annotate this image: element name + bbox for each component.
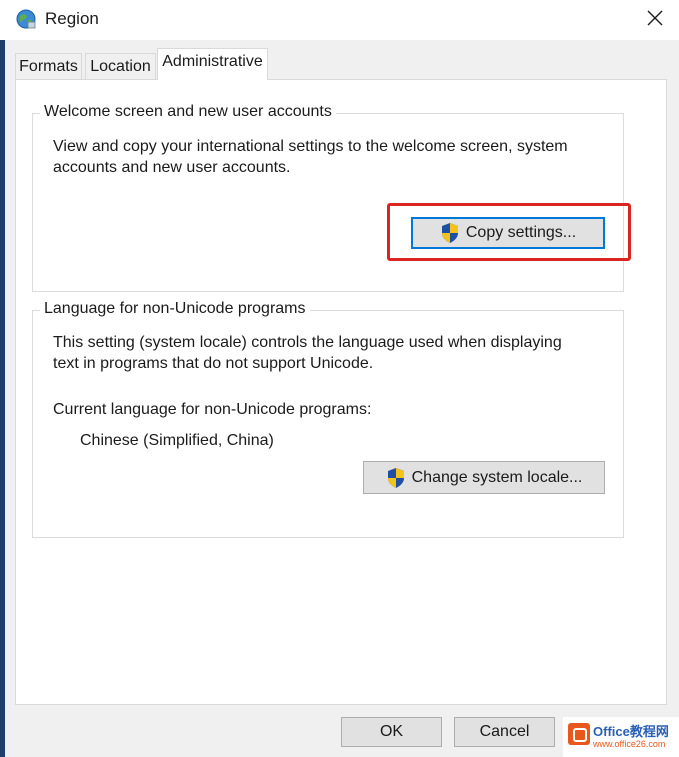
window-title: Region (45, 9, 99, 28)
title-bar: Region (0, 0, 679, 40)
nonunicode-description-line2: text in programs that do not support Uni… (53, 355, 374, 372)
site-watermark: Office教程网 www.office26.com (563, 717, 679, 757)
current-language-label: Current language for non-Unicode program… (53, 401, 372, 418)
window-edge (0, 40, 5, 757)
tab-formats[interactable]: Formats (15, 53, 82, 79)
uac-shield-icon (387, 467, 404, 488)
change-system-locale-label: Change system locale... (411, 468, 583, 486)
cancel-button[interactable]: Cancel (454, 717, 555, 747)
welcome-description-line1: View and copy your international setting… (53, 138, 568, 155)
close-icon (647, 10, 663, 26)
ok-button[interactable]: OK (341, 717, 442, 747)
globe-icon (16, 9, 36, 29)
watermark-url: www.office26.com (593, 739, 666, 749)
region-dialog: Region Formats Location Administrative W… (0, 0, 679, 757)
change-system-locale-button[interactable]: Change system locale... (363, 461, 605, 494)
tab-administrative[interactable]: Administrative (157, 48, 268, 80)
tab-location[interactable]: Location (85, 53, 156, 79)
annotation-highlight-box (387, 203, 631, 261)
current-language-value: Chinese (Simplified, China) (80, 432, 274, 449)
close-button[interactable] (633, 0, 679, 38)
watermark-title: Office教程网 (593, 724, 669, 739)
nonunicode-group-title: Language for non-Unicode programs (40, 300, 310, 318)
welcome-group-title: Welcome screen and new user accounts (40, 103, 336, 121)
welcome-description-line2: accounts and new user accounts. (53, 159, 291, 176)
nonunicode-description-line1: This setting (system locale) controls th… (53, 334, 562, 351)
office-logo-icon (568, 723, 590, 745)
